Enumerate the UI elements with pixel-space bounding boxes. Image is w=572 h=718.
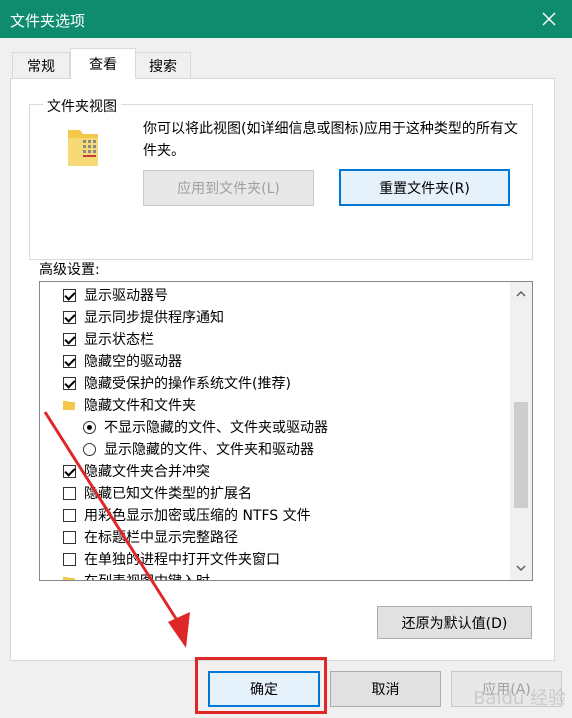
list-item[interactable]: 隐藏受保护的操作系统文件(推荐) [63, 372, 291, 394]
list-item[interactable]: 不显示隐藏的文件、文件夹或驱动器 [83, 416, 328, 438]
reset-folders-label: 重置文件夹(R) [379, 180, 470, 197]
tab-search[interactable]: 搜索 [135, 52, 191, 79]
vertical-scrollbar[interactable] [510, 282, 532, 580]
folder-views-description: 你可以将此视图(如详细信息或图标)应用于这种类型的所有文件夹。 [143, 121, 518, 159]
watermark: Baidu 经验 [473, 688, 566, 709]
tab-general[interactable]: 常规 [12, 52, 70, 79]
checkbox[interactable] [63, 508, 76, 522]
cancel-label: 取消 [371, 682, 400, 698]
checkbox[interactable] [63, 530, 76, 544]
apply-to-folders-button[interactable]: 应用到文件夹(L) [143, 170, 314, 206]
list-item[interactable]: 在单独的进程中打开文件夹窗口 [63, 548, 280, 570]
list-item[interactable]: 用彩色显示加密或压缩的 NTFS 文件 [63, 504, 311, 526]
cancel-button[interactable]: 取消 [330, 671, 441, 707]
tab-view-label: 查看 [89, 57, 117, 73]
list-item[interactable]: 显示状态栏 [63, 328, 154, 350]
tab-search-label: 搜索 [149, 59, 177, 75]
scroll-thumb[interactable] [514, 402, 528, 508]
list-item-label: 显示驱动器号 [84, 288, 168, 304]
list-item-label: 在标题栏中显示完整路径 [84, 530, 238, 546]
chevron-up-icon [516, 291, 526, 297]
list-item-label: 隐藏文件和文件夹 [84, 398, 196, 414]
list-item: 隐藏文件和文件夹 [63, 394, 196, 416]
list-item-label: 用彩色显示加密或压缩的 NTFS 文件 [84, 508, 311, 524]
advanced-settings-label: 高级设置: [39, 262, 100, 278]
folder-icon [68, 130, 98, 166]
checkbox[interactable] [63, 332, 76, 346]
checkbox[interactable] [63, 354, 76, 368]
list-item-label: 在单独的进程中打开文件夹窗口 [84, 552, 280, 568]
list-item-label: 在列表视图中键入时 [84, 571, 210, 580]
list-item[interactable]: 显示驱动器号 [63, 284, 168, 306]
folder-views-legend: 文件夹视图 [43, 96, 121, 116]
tab-view[interactable]: 查看 [70, 48, 136, 79]
list-item-label: 显示同步提供程序通知 [84, 310, 224, 326]
list-item-label: 隐藏已知文件类型的扩展名 [84, 486, 252, 502]
list-item-label: 隐藏受保护的操作系统文件(推荐) [84, 376, 291, 392]
advanced-settings-list[interactable]: 显示驱动器号 显示同步提供程序通知 显示状态栏 隐藏空的驱动器 隐藏受保护的操作… [39, 281, 533, 581]
list-item-label: 显示隐藏的文件、文件夹和驱动器 [104, 442, 314, 458]
list-item-label: 隐藏空的驱动器 [84, 354, 182, 370]
list-item[interactable]: 隐藏文件夹合并冲突 [63, 460, 210, 482]
list-item[interactable]: 显示同步提供程序通知 [63, 306, 224, 328]
ok-button[interactable]: 确定 [208, 671, 320, 707]
radio-button[interactable] [83, 442, 96, 456]
close-button[interactable] [526, 0, 572, 38]
checkbox[interactable] [63, 310, 76, 324]
list-item: 在列表视图中键入时 [63, 570, 210, 580]
ok-label: 确定 [250, 682, 278, 698]
checkbox[interactable] [63, 486, 76, 500]
window-title: 文件夹选项 [10, 12, 86, 30]
list-item[interactable]: 隐藏空的驱动器 [63, 350, 182, 372]
restore-defaults-label: 还原为默认值(D) [401, 615, 508, 632]
folder-icon [63, 577, 75, 580]
list-item[interactable]: 在标题栏中显示完整路径 [63, 526, 238, 548]
close-icon [542, 12, 556, 26]
checkbox[interactable] [63, 464, 76, 478]
checkbox[interactable] [63, 552, 76, 566]
checkbox[interactable] [63, 288, 76, 302]
reset-folders-button[interactable]: 重置文件夹(R) [339, 169, 510, 206]
list-item-label: 显示状态栏 [84, 332, 154, 348]
folder-icon [63, 401, 75, 410]
list-item[interactable]: 显示隐藏的文件、文件夹和驱动器 [83, 438, 314, 460]
list-item-label: 不显示隐藏的文件、文件夹或驱动器 [104, 420, 328, 436]
list-item[interactable]: 隐藏已知文件类型的扩展名 [63, 482, 252, 504]
scroll-down-button[interactable] [510, 558, 532, 578]
title-bar: 文件夹选项 [0, 0, 572, 38]
restore-defaults-button[interactable]: 还原为默认值(D) [377, 606, 532, 639]
radio-button[interactable] [83, 420, 96, 434]
scroll-up-button[interactable] [510, 284, 532, 304]
tab-general-label: 常规 [27, 59, 55, 75]
chevron-down-icon [516, 565, 526, 571]
apply-to-folders-label: 应用到文件夹(L) [177, 181, 280, 197]
checkbox[interactable] [63, 376, 76, 390]
list-item-label: 隐藏文件夹合并冲突 [84, 464, 210, 480]
